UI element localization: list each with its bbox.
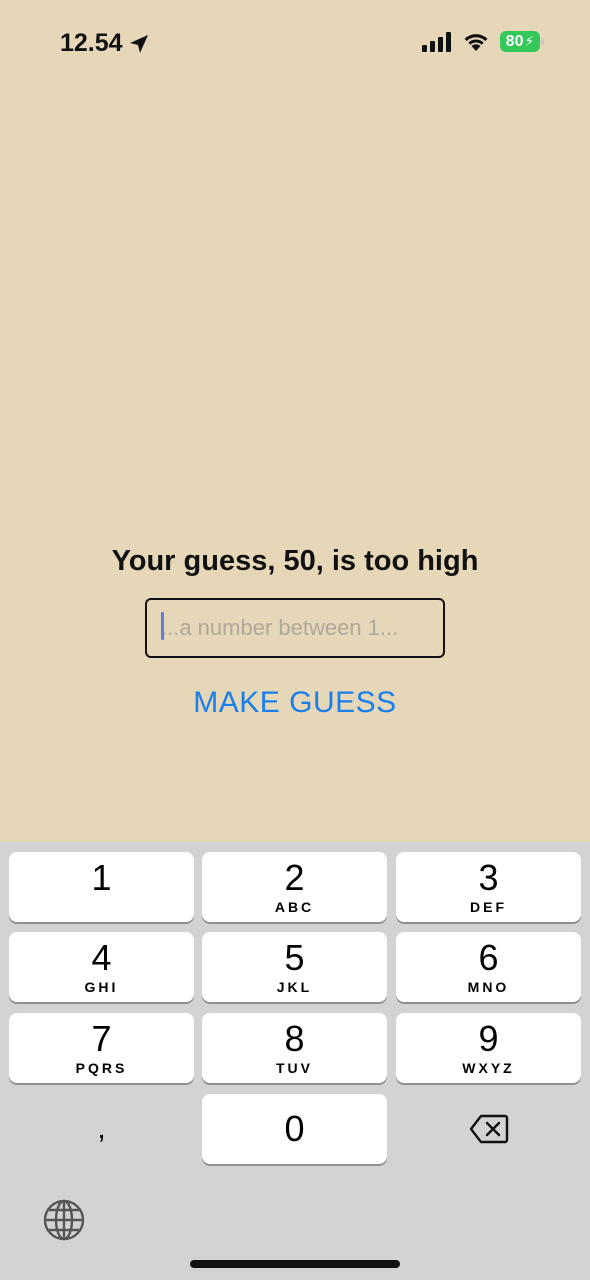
home-indicator[interactable] [190, 1260, 400, 1268]
guess-input-wrapper [145, 582, 445, 658]
key-letters: ABC [274, 899, 315, 915]
delete-key[interactable] [396, 1094, 581, 1164]
key-digit: 5 [284, 937, 305, 978]
key-digit: 9 [478, 1018, 499, 1059]
key-2[interactable]: 2 ABC [202, 852, 387, 922]
make-guess-button[interactable]: MAKE GUESS [193, 686, 396, 720]
key-digit: 7 [91, 1018, 112, 1059]
key-6[interactable]: 6 MNO [396, 932, 581, 1002]
globe-icon[interactable] [42, 1198, 86, 1242]
key-digit: 2 [284, 857, 305, 898]
key-digit: 1 [91, 857, 112, 898]
key-letters: MNO [467, 979, 510, 995]
key-digit: , [97, 1112, 106, 1145]
key-digit: 8 [284, 1018, 305, 1059]
key-letters: TUV [276, 1060, 313, 1076]
key-1[interactable]: 1 [9, 852, 194, 922]
key-letters: JKL [276, 979, 313, 995]
text-cursor [161, 612, 164, 640]
battery-indicator: 80 ⚡ [500, 31, 544, 52]
key-letters: GHI [84, 979, 119, 995]
key-letters: WXYZ [462, 1060, 515, 1076]
key-digit: 4 [91, 937, 112, 978]
key-digit: 0 [284, 1108, 305, 1149]
key-letters: DEF [470, 899, 507, 915]
key-digit: 6 [478, 937, 499, 978]
key-9[interactable]: 9 WXYZ [396, 1013, 581, 1083]
backspace-icon [469, 1114, 508, 1144]
numeric-keypad: 1 2 ABC 3 DEF 4 GHI 5 JKL 6 MNO 7 PQRS 8… [0, 842, 590, 1280]
key-0[interactable]: 0 [202, 1094, 387, 1164]
key-digit: 3 [478, 857, 499, 898]
clock-time: 12.54 [60, 29, 123, 57]
status-bar: 12.54 80 ⚡ [0, 0, 590, 90]
key-3[interactable]: 3 DEF [396, 852, 581, 922]
clock: 12.54 [60, 29, 151, 58]
wifi-icon [464, 34, 488, 51]
feedback-text: Your guess, 50, is too high [111, 545, 479, 577]
battery-level: 80 [505, 32, 524, 50]
cellular-signal-icon [422, 31, 451, 52]
key-comma[interactable]: , [9, 1094, 194, 1164]
guess-input[interactable] [145, 598, 445, 658]
key-5[interactable]: 5 JKL [202, 932, 387, 1002]
guess-panel: Your guess, 50, is too high MAKE GUESS [0, 540, 590, 720]
key-letters: PQRS [75, 1060, 128, 1076]
key-7[interactable]: 7 PQRS [9, 1013, 194, 1083]
charging-bolt-icon: ⚡ [524, 33, 535, 49]
key-4[interactable]: 4 GHI [9, 932, 194, 1002]
location-arrow-icon [129, 34, 148, 53]
status-icons: 80 ⚡ [422, 31, 544, 52]
key-8[interactable]: 8 TUV [202, 1013, 387, 1083]
